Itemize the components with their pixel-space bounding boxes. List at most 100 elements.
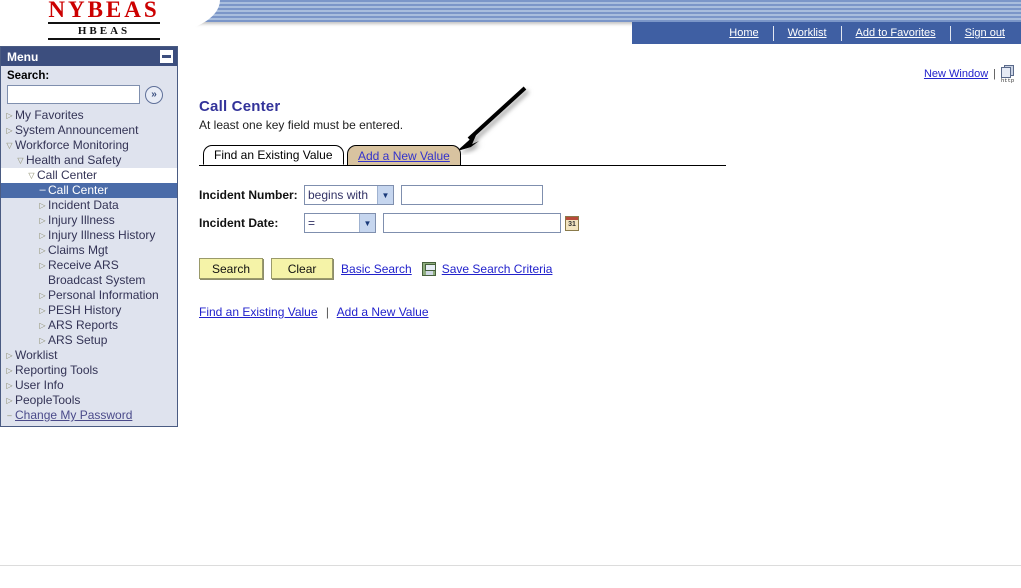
sidebar-item-ars-setup[interactable]: ▷ ARS Setup bbox=[1, 333, 177, 348]
save-search-criteria-link[interactable]: Save Search Criteria bbox=[442, 262, 553, 276]
menu-search-section: Search: » bbox=[1, 66, 177, 106]
footer-link-add-new[interactable]: Add a New Value bbox=[337, 305, 429, 319]
sidebar-item-label: PeopleTools bbox=[15, 393, 81, 407]
annotation-arrow-icon bbox=[457, 86, 527, 151]
page-subtitle: At least one key field must be entered. bbox=[199, 118, 404, 132]
sidebar-item-label: ARS Setup bbox=[48, 333, 108, 347]
calendar-icon[interactable]: 31 bbox=[565, 215, 579, 231]
triangle-right-icon: ▷ bbox=[6, 126, 13, 135]
triangle-right-icon: ▷ bbox=[39, 261, 46, 270]
dash-icon: – bbox=[39, 184, 46, 196]
new-window-link[interactable]: New Window bbox=[924, 68, 988, 80]
sidebar-item-label: Incident Data bbox=[48, 198, 119, 212]
incident-date-input[interactable] bbox=[383, 213, 561, 233]
search-fields: Incident Number: begins with ▼ Incident … bbox=[199, 182, 999, 236]
triangle-right-icon: ▷ bbox=[39, 291, 46, 300]
sidebar-item-injury-illness-history[interactable]: ▷ Injury Illness History bbox=[1, 228, 177, 243]
sidebar-item-personal-information[interactable]: ▷ Personal Information bbox=[1, 288, 177, 303]
main-content: Call Center At least one key field must … bbox=[199, 98, 999, 319]
sidebar-item-call-center[interactable]: – Call Center bbox=[1, 183, 177, 198]
sidebar-item-label: Injury Illness History bbox=[48, 228, 156, 242]
footer-link-separator: | bbox=[325, 305, 329, 319]
sidebar-item-label: Call Center bbox=[48, 183, 109, 197]
menu-search-input[interactable] bbox=[7, 85, 140, 104]
page-title: Call Center bbox=[199, 98, 281, 115]
sidebar-item-label: Injury Illness bbox=[48, 213, 115, 227]
triangle-down-icon: ▽ bbox=[6, 141, 13, 150]
tab-label: Find an Existing Value bbox=[214, 148, 333, 162]
field-row-incident-number: Incident Number: begins with ▼ bbox=[199, 182, 999, 208]
sidebar-item-label: System Announcement bbox=[15, 123, 139, 137]
menu-search-label: Search: bbox=[7, 70, 50, 82]
logo-secondary-text: HBEAS bbox=[48, 25, 160, 40]
application-window: NYBEAS HBEAS Home Worklist Add to Favori… bbox=[0, 0, 1021, 588]
incident-number-label: Incident Number: bbox=[199, 188, 298, 202]
sidebar-item-label: Call Center bbox=[37, 168, 98, 182]
menu-search-go-icon[interactable]: » bbox=[145, 85, 163, 104]
sidebar-item-ars-reports[interactable]: ▷ ARS Reports bbox=[1, 318, 177, 333]
sidebar-item-incident-data[interactable]: ▷ Incident Data bbox=[1, 198, 177, 213]
triangle-down-icon: ▽ bbox=[28, 171, 35, 180]
sidebar-item-health-and-safety[interactable]: ▽ Health and Safety bbox=[1, 153, 177, 168]
header-banner-curve bbox=[150, 0, 220, 34]
sidebar-item-peopletools[interactable]: ▷ PeopleTools bbox=[1, 393, 177, 408]
field-row-incident-date: Incident Date: = ▼ 31 bbox=[199, 210, 999, 236]
triangle-right-icon: ▷ bbox=[39, 321, 46, 330]
footer-link-find-existing[interactable]: Find an Existing Value bbox=[199, 305, 318, 319]
basic-search-link[interactable]: Basic Search bbox=[341, 262, 412, 276]
nav-link-home[interactable]: Home bbox=[715, 27, 772, 39]
save-disk-icon[interactable] bbox=[421, 261, 436, 276]
tab-add-a-new-value[interactable]: Add a New Value bbox=[347, 145, 461, 165]
chevron-down-icon: ▼ bbox=[359, 214, 375, 232]
sidebar-item-my-favorites[interactable]: ▷ My Favorites bbox=[1, 108, 177, 123]
menu-item-list: ▷ My Favorites ▷ System Announcement ▽ Workfo… bbox=[1, 106, 177, 426]
sidebar-item-call-center[interactable]: ▽ Call Center bbox=[1, 168, 177, 183]
sidebar-item-worklist[interactable]: ▷ Worklist bbox=[1, 348, 177, 363]
minimize-icon[interactable] bbox=[160, 50, 173, 63]
logo-primary-text: NYBEAS bbox=[48, 0, 160, 24]
nav-link-worklist[interactable]: Worklist bbox=[774, 27, 841, 39]
sidebar-item-label: User Info bbox=[15, 378, 64, 392]
sidebar-item-label: Reporting Tools bbox=[15, 363, 99, 377]
triangle-right-icon: ▷ bbox=[39, 201, 46, 210]
sidebar-item-claims-mgt[interactable]: ▷ Claims Mgt bbox=[1, 243, 177, 258]
triangle-right-icon: ▷ bbox=[6, 111, 13, 120]
nav-divider bbox=[772, 25, 774, 41]
sidebar-item-label: My Favorites bbox=[15, 108, 84, 122]
nav-link-sign-out[interactable]: Sign out bbox=[951, 27, 1019, 39]
sidebar-item-label: Worklist bbox=[15, 348, 58, 362]
sidebar-item-user-info[interactable]: ▷ User Info bbox=[1, 378, 177, 393]
sidebar-item-receive-ars-broadcast-system[interactable]: ▷ Receive ARS Broadcast System bbox=[1, 258, 177, 288]
tab-find-an-existing-value[interactable]: Find an Existing Value bbox=[203, 145, 344, 165]
triangle-right-icon: ▷ bbox=[39, 336, 46, 345]
sidebar-item-label: Workforce Monitoring bbox=[15, 138, 129, 152]
nav-divider bbox=[840, 25, 842, 41]
sidebar-item-label: Receive ARS Broadcast System bbox=[48, 258, 146, 287]
sidebar-item-label: Personal Information bbox=[48, 288, 159, 302]
toolbar-divider: | bbox=[993, 68, 996, 80]
new-window-toolbar: New Window | http bbox=[924, 65, 1015, 84]
chevron-down-icon: ▼ bbox=[377, 186, 393, 204]
search-button[interactable]: Search bbox=[199, 258, 264, 279]
menu-title: Menu bbox=[7, 49, 39, 64]
sidebar-item-injury-illness[interactable]: ▷ Injury Illness bbox=[1, 213, 177, 228]
incident-date-label: Incident Date: bbox=[199, 216, 279, 230]
http-page-icon[interactable]: http bbox=[1001, 65, 1015, 84]
triangle-right-icon: ▷ bbox=[39, 216, 46, 225]
nav-link-add-to-favorites[interactable]: Add to Favorites bbox=[842, 27, 950, 39]
incident-number-operator-select[interactable]: begins with ▼ bbox=[304, 185, 394, 205]
sidebar-item-label: Health and Safety bbox=[26, 153, 122, 167]
sidebar-item-change-my-password[interactable]: – Change My Password bbox=[1, 408, 177, 423]
clear-button[interactable]: Clear bbox=[271, 258, 334, 279]
sidebar-item-label: Change My Password bbox=[15, 408, 133, 422]
sidebar-item-workforce-monitoring[interactable]: ▽ Workforce Monitoring bbox=[1, 138, 177, 153]
sidebar-item-reporting-tools[interactable]: ▷ Reporting Tools bbox=[1, 363, 177, 378]
incident-number-input[interactable] bbox=[401, 185, 543, 205]
tab-label: Add a New Value bbox=[358, 148, 450, 163]
incident-date-operator-select[interactable]: = ▼ bbox=[304, 213, 376, 233]
triangle-right-icon: ▷ bbox=[39, 246, 46, 255]
triangle-right-icon: ▷ bbox=[6, 381, 13, 390]
sidebar-item-label: PESH History bbox=[48, 303, 122, 317]
sidebar-item-pesh-history[interactable]: ▷ PESH History bbox=[1, 303, 177, 318]
sidebar-item-system-announcement[interactable]: ▷ System Announcement bbox=[1, 123, 177, 138]
